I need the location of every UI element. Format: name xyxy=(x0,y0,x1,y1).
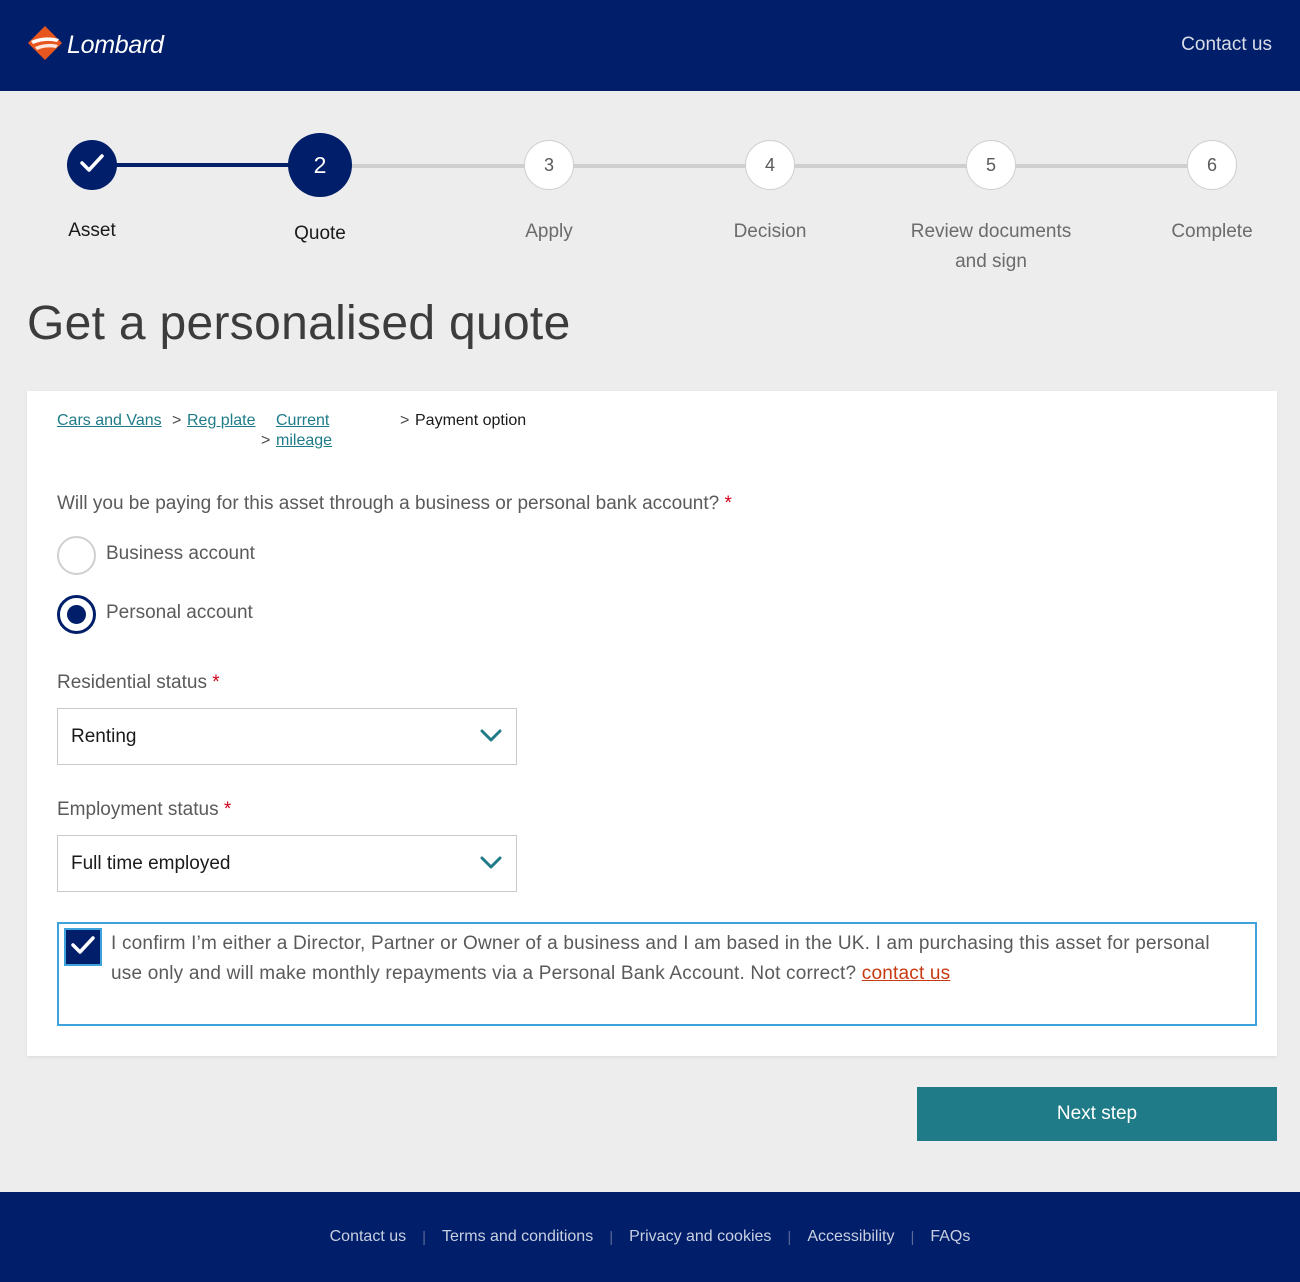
step-connector-1 xyxy=(92,163,320,167)
step-2-label: Quote xyxy=(294,223,346,244)
breadcrumb-item-cars-and-vans[interactable]: Cars and Vans xyxy=(57,411,162,431)
residential-status-value: Renting xyxy=(71,725,137,747)
contact-us-link[interactable]: contact us xyxy=(862,963,951,984)
residential-status-label: Residential status * xyxy=(57,672,220,694)
breadcrumb-separator: > xyxy=(172,412,182,429)
radio-label-business: Business account xyxy=(106,542,255,564)
confirm-checkbox[interactable] xyxy=(64,928,102,966)
next-step-button[interactable]: Next step xyxy=(917,1087,1277,1141)
step-connector-2 xyxy=(320,164,549,168)
page-title: Get a personalised quote xyxy=(27,297,571,350)
lombard-logo[interactable]: Lombard xyxy=(27,25,164,66)
footer-separator: | xyxy=(422,1228,427,1246)
radio-button-selected[interactable] xyxy=(57,595,96,634)
footer-link-accessibility[interactable]: Accessibility xyxy=(807,1228,894,1246)
chevron-down-icon xyxy=(480,854,502,876)
step-6-circle: 6 xyxy=(1187,140,1237,190)
breadcrumb-item-reg-plate[interactable]: Reg plate xyxy=(187,411,256,431)
step-5-circle: 5 xyxy=(966,140,1016,190)
employment-status-value: Full time employed xyxy=(71,852,231,874)
check-icon xyxy=(71,935,95,960)
quote-form-card: Cars and Vans > Reg plate > Current milea… xyxy=(27,391,1277,1056)
footer-link-privacy[interactable]: Privacy and cookies xyxy=(629,1228,771,1246)
step-1-circle xyxy=(67,140,117,190)
check-icon xyxy=(80,153,104,178)
breadcrumb-current-page: Payment option xyxy=(415,412,527,429)
radio-button[interactable] xyxy=(57,536,96,575)
payment-question-text: Will you be paying for this asset throug… xyxy=(57,493,720,514)
confirmation-statement: I confirm I’m either a Director, Partner… xyxy=(111,933,1210,984)
confirmation-box: I confirm I’m either a Director, Partner… xyxy=(57,922,1257,1026)
radio-business-account[interactable]: Business account xyxy=(57,536,255,575)
breadcrumb-current-mileage-line1: Current xyxy=(276,412,330,429)
footer-link-terms[interactable]: Terms and conditions xyxy=(442,1228,593,1246)
logo-mark-icon xyxy=(27,25,63,66)
footer-separator: | xyxy=(609,1228,614,1246)
chevron-down-icon xyxy=(480,727,502,749)
radio-label-personal: Personal account xyxy=(106,601,253,623)
breadcrumb-item-payment-option: Payment option xyxy=(415,411,526,431)
footer-separator: | xyxy=(910,1228,915,1246)
step-5-label-line2: and sign xyxy=(955,251,1027,272)
employment-status-label-text: Employment status xyxy=(57,799,219,820)
breadcrumb-link-current-mileage[interactable]: Current mileage xyxy=(276,412,332,449)
confirmation-text: I confirm I’m either a Director, Partner… xyxy=(111,929,1231,989)
required-asterisk: * xyxy=(212,672,220,693)
step-2-circle: 2 xyxy=(288,133,352,197)
breadcrumb-link-reg-plate[interactable]: Reg plate xyxy=(187,412,256,429)
footer-separator: | xyxy=(787,1228,792,1246)
site-header: Lombard Contact us xyxy=(0,0,1300,91)
breadcrumb-separator: > xyxy=(400,412,410,429)
required-asterisk: * xyxy=(223,799,232,820)
header-contact-link[interactable]: Contact us xyxy=(1181,34,1272,56)
employment-status-label: Employment status * xyxy=(57,799,231,821)
residential-status-label-text: Residential status xyxy=(57,672,207,693)
footer-link-faqs[interactable]: FAQs xyxy=(930,1228,970,1246)
payment-account-question: Will you be paying for this asset throug… xyxy=(57,493,732,515)
step-5-label: Review documents and sign xyxy=(891,217,1091,277)
employment-status-select[interactable]: Full time employed xyxy=(57,835,517,892)
step-connector-3 xyxy=(549,164,770,168)
step-5-label-line1: Review documents xyxy=(910,221,1072,242)
footer-link-contact-us[interactable]: Contact us xyxy=(330,1228,406,1246)
step-connector-5 xyxy=(991,164,1212,168)
breadcrumb-current-mileage-line2: mileage xyxy=(276,432,333,449)
breadcrumb-item-current-mileage[interactable]: Current mileage xyxy=(276,411,332,451)
step-3-circle: 3 xyxy=(524,140,574,190)
step-3-label: Apply xyxy=(525,221,573,242)
step-connector-4 xyxy=(770,164,991,168)
step-1-label: Asset xyxy=(68,220,116,241)
breadcrumb-link-cars-and-vans[interactable]: Cars and Vans xyxy=(57,412,162,429)
site-footer: Contact us | Terms and conditions | Priv… xyxy=(0,1192,1300,1282)
brand-name: Lombard xyxy=(67,30,164,59)
progress-stepper: 2 3 4 5 6 Asset Quote Apply Decision Rev… xyxy=(0,130,1300,280)
step-4-label: Decision xyxy=(733,221,807,242)
required-asterisk: * xyxy=(724,493,732,514)
residential-status-select[interactable]: Renting xyxy=(57,708,517,765)
step-4-circle: 4 xyxy=(745,140,795,190)
breadcrumb-separator: > xyxy=(261,432,271,449)
step-6-label: Complete xyxy=(1171,221,1253,242)
radio-personal-account[interactable]: Personal account xyxy=(57,595,253,634)
